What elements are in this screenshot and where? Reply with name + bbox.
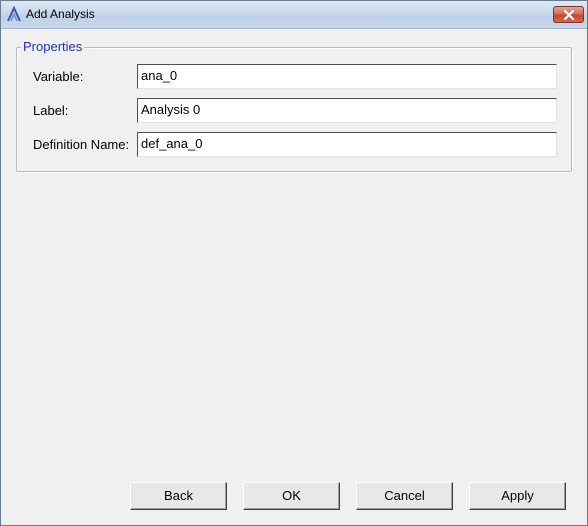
variable-input[interactable]: ana_0 [137, 64, 557, 89]
definition-name-input[interactable]: def_ana_0 [137, 132, 557, 157]
variable-label: Variable: [33, 69, 84, 84]
label-label: Label: [33, 103, 69, 118]
close-x-icon [563, 10, 575, 20]
apply-button[interactable]: Apply [469, 482, 566, 510]
title-bar[interactable]: Add Analysis [1, 1, 587, 29]
close-button[interactable] [553, 6, 584, 23]
ok-button[interactable]: OK [243, 482, 340, 510]
label-input[interactable]: Analysis 0 [137, 98, 557, 123]
altair-logo-icon [6, 5, 22, 22]
cancel-button[interactable]: Cancel [356, 482, 453, 510]
back-button[interactable]: Back [130, 482, 227, 510]
definition-name-label: Definition Name: [33, 137, 130, 152]
add-analysis-dialog: Add Analysis Properties Variable: ana_0 … [0, 0, 588, 526]
properties-legend: Properties [21, 39, 85, 55]
window-title: Add Analysis [26, 7, 95, 21]
